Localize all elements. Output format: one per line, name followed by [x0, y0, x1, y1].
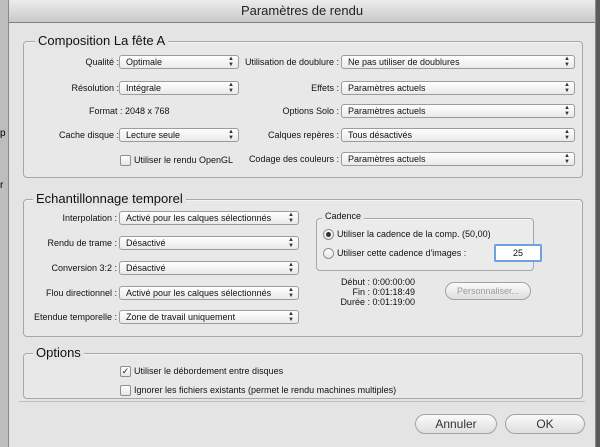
guide-layers-value: Tous désactivés [348, 130, 413, 140]
solo-options-popup[interactable]: Paramètres actuels ▲ ▼ [341, 104, 575, 118]
popup-arrows-icon: ▲ ▼ [288, 212, 294, 224]
disk-overflow-label: Utiliser le débordement entre disques [134, 366, 284, 376]
effects-label: Effets : [311, 83, 339, 93]
popup-arrows-icon: ▲ ▼ [564, 56, 570, 68]
resolution-popup[interactable]: Intégrale ▲ ▼ [119, 81, 239, 95]
ok-button[interactable]: OK [505, 414, 585, 434]
solo-options-value: Paramètres actuels [348, 106, 426, 116]
footer-separator [19, 401, 585, 402]
popup-arrows-icon: ▲ ▼ [564, 105, 570, 117]
color-depth-popup[interactable]: Paramètres actuels ▲ ▼ [341, 152, 575, 166]
guide-layers-popup[interactable]: Tous désactivés ▲ ▼ [341, 128, 575, 142]
disk-cache-value: Lecture seule [126, 130, 181, 140]
quality-label: Qualité : [85, 57, 119, 67]
effects-value: Paramètres actuels [348, 83, 426, 93]
use-comp-rate-radio[interactable] [323, 229, 334, 240]
disk-overflow-checkbox[interactable]: ✓ [120, 366, 131, 377]
resolution-value: Intégrale [126, 83, 162, 93]
window-title: Paramètres de rendu [9, 0, 595, 23]
motion-blur-label: Flou directionnel : [45, 288, 117, 298]
motion-blur-value: Activé pour les calques sélectionnés [126, 288, 272, 298]
proxy-use-popup[interactable]: Ne pas utiliser de doublures ▲ ▼ [341, 55, 575, 69]
effects-popup[interactable]: Paramètres actuels ▲ ▼ [341, 81, 575, 95]
pulldown-value: Désactivé [126, 263, 166, 273]
use-comp-rate-label: Utiliser la cadence de la comp. (50,00) [337, 229, 491, 239]
color-depth-label: Codage des couleurs : [248, 154, 339, 164]
disk-cache-popup[interactable]: Lecture seule ▲ ▼ [119, 128, 239, 142]
cancel-button[interactable]: Annuler [415, 414, 497, 434]
popup-arrows-icon: ▲ ▼ [288, 287, 294, 299]
time-span-label: Etendue temporelle : [33, 312, 117, 322]
skip-existing-files-checkbox[interactable] [120, 385, 131, 396]
popup-arrows-icon: ▲ ▼ [288, 311, 294, 323]
solo-options-label: Options Solo : [282, 106, 339, 116]
interpolation-popup[interactable]: Activé pour les calques sélectionnés ▲ ▼ [119, 211, 299, 225]
customize-button[interactable]: Personnaliser... [445, 282, 531, 300]
resolution-label: Résolution : [71, 83, 119, 93]
quality-popup[interactable]: Optimale ▲ ▼ [119, 55, 239, 69]
time-span-popup[interactable]: Zone de travail uniquement ▲ ▼ [119, 310, 299, 324]
interpolation-value: Activé pour les calques sélectionnés [126, 213, 272, 223]
start-time-text: Début : 0:00:00:00 [340, 277, 415, 287]
use-custom-rate-radio[interactable] [323, 248, 334, 259]
popup-arrows-icon: ▲ ▼ [564, 82, 570, 94]
frame-rate-title: Cadence [322, 211, 365, 221]
use-custom-rate-label: Utiliser cette cadence d'images : [337, 248, 467, 258]
background-app-strip: p r [0, 0, 8, 447]
background-app-text: p [0, 128, 6, 139]
opengl-label: Utiliser le rendu OpenGL [134, 155, 234, 165]
field-render-label: Rendu de trame : [47, 238, 117, 248]
time-span-value: Zone de travail uniquement [126, 312, 236, 322]
pulldown-popup[interactable]: Désactivé ▲ ▼ [119, 261, 299, 275]
disk-cache-label: Cache disque : [58, 130, 119, 140]
quality-value: Optimale [126, 57, 163, 67]
proxy-use-label: Utilisation de doublure : [244, 57, 339, 67]
guide-layers-label: Calques repères : [267, 130, 339, 140]
opengl-checkbox[interactable] [120, 155, 131, 166]
proxy-use-value: Ne pas utiliser de doublures [348, 57, 460, 67]
custom-frame-rate-input[interactable]: 25 [494, 244, 542, 262]
render-settings-dialog: Paramètres de rendu Composition La fête … [8, 0, 596, 447]
field-render-popup[interactable]: Désactivé ▲ ▼ [119, 236, 299, 250]
skip-existing-files-label: Ignorer les fichiers existants (permet l… [134, 385, 397, 395]
popup-arrows-icon: ▲ ▼ [288, 262, 294, 274]
interpolation-label: Interpolation : [62, 213, 117, 223]
popup-arrows-icon: ▲ ▼ [564, 129, 570, 141]
background-app-text: r [0, 180, 4, 191]
popup-arrows-icon: ▲ ▼ [564, 153, 570, 165]
composition-title: Composition La fête A [35, 33, 169, 48]
duration-text: Durée : 0:01:19:00 [340, 297, 415, 307]
motion-blur-popup[interactable]: Activé pour les calques sélectionnés ▲ ▼ [119, 286, 299, 300]
options-title: Options [33, 345, 84, 360]
end-time-text: Fin : 0:01:18:49 [352, 287, 415, 297]
time-sampling-title: Echantillonnage temporel [33, 191, 186, 206]
color-depth-value: Paramètres actuels [348, 154, 426, 164]
field-render-value: Désactivé [126, 238, 166, 248]
pulldown-label: Conversion 3:2 : [51, 263, 117, 273]
format-text: Format : 2048 x 768 [89, 106, 170, 116]
popup-arrows-icon: ▲ ▼ [288, 237, 294, 249]
